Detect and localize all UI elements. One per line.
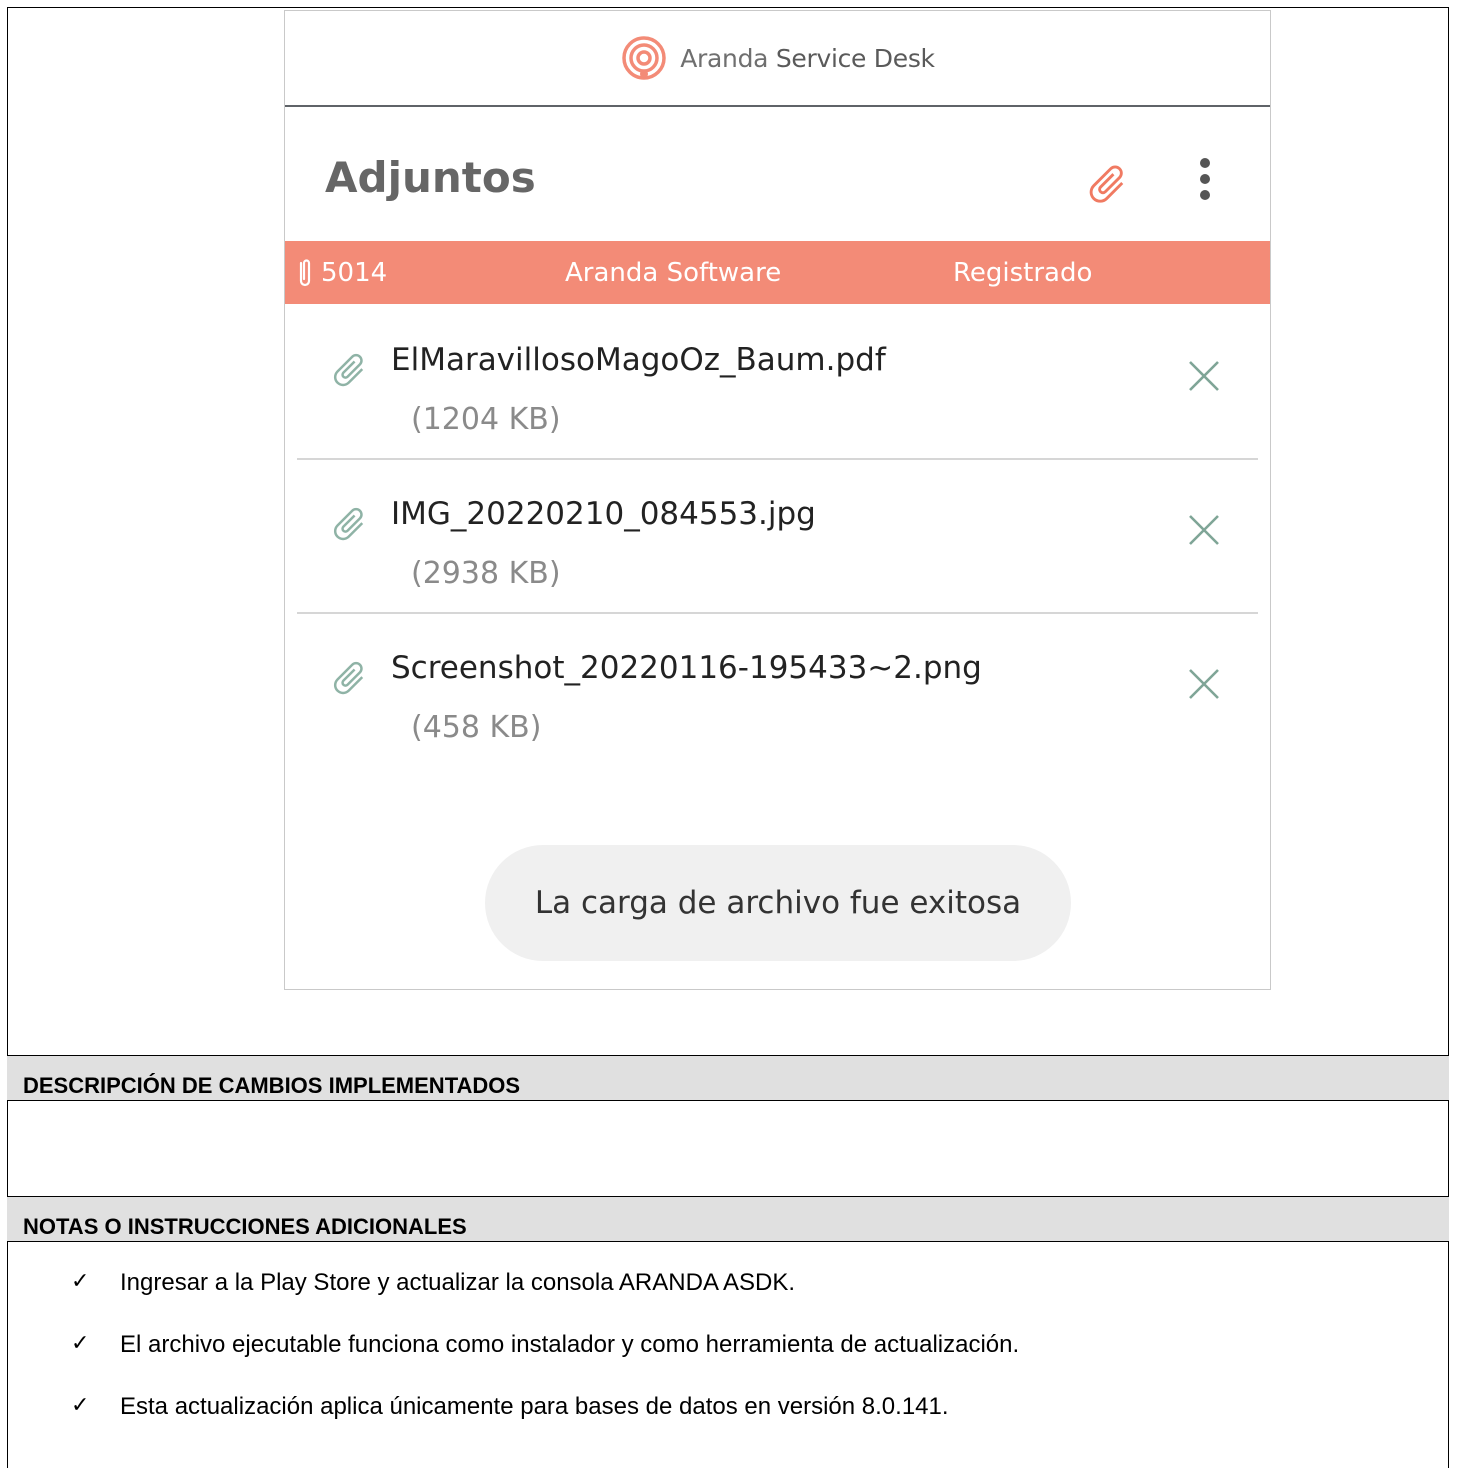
note-text: El archivo ejecutable funciona como inst… [120, 1331, 1020, 1358]
attach-button-paperclip-icon[interactable] [1084, 161, 1130, 207]
paperclip-icon [333, 661, 364, 695]
success-toast: La carga de archivo fue exitosa [485, 845, 1071, 961]
case-info-bar: 5014 Aranda Software Registrado [285, 241, 1270, 304]
attachment-list: ElMaravillosoMagoOz_Baum.pdf (1204 KB) I… [297, 306, 1258, 766]
attachment-item[interactable]: IMG_20220210_084553.jpg (2938 KB) [297, 460, 1258, 614]
close-icon[interactable] [1186, 358, 1222, 394]
check-icon: ✓ [71, 1269, 90, 1294]
case-id: 5014 [321, 258, 388, 288]
attachment-name: IMG_20220210_084553.jpg [391, 496, 816, 532]
attachment-item[interactable]: Screenshot_20220116-195433~2.png (458 KB… [297, 614, 1258, 766]
brand-name: Aranda Service Desk [680, 43, 935, 73]
note-item: ✓ El archivo ejecutable funciona como in… [7, 1305, 1449, 1367]
attachment-size: (1204 KB) [411, 402, 561, 437]
attachment-item[interactable]: ElMaravillosoMagoOz_Baum.pdf (1204 KB) [297, 306, 1258, 460]
attachment-size: (2938 KB) [411, 556, 561, 591]
close-icon[interactable] [1186, 666, 1222, 702]
notes-list: ✓ Ingresar a la Play Store y actualizar … [7, 1243, 1449, 1429]
note-text: Ingresar a la Play Store y actualizar la… [120, 1269, 795, 1296]
note-item: ✓ Ingresar a la Play Store y actualizar … [7, 1243, 1449, 1305]
app-screenshot: Aranda Service Desk Adjuntos 5014 Aranda… [284, 10, 1271, 990]
app-bar: Aranda Service Desk [285, 11, 1270, 107]
paperclip-icon [333, 507, 364, 541]
more-options-icon[interactable] [1190, 155, 1220, 203]
notes-section-title: NOTAS O INSTRUCCIONES ADICIONALES [7, 1196, 1449, 1242]
attachment-name: Screenshot_20220116-195433~2.png [391, 650, 982, 686]
case-status: Registrado [953, 258, 1093, 288]
screen-title: Adjuntos [325, 153, 536, 202]
note-item: ✓ Esta actualización aplica únicamente p… [7, 1367, 1449, 1429]
note-text: Esta actualización aplica únicamente par… [120, 1393, 949, 1420]
paperclip-icon [333, 353, 364, 387]
changes-section-title: DESCRIPCIÓN DE CAMBIOS IMPLEMENTADOS [7, 1055, 1449, 1101]
check-icon: ✓ [71, 1331, 90, 1356]
attachment-size: (458 KB) [411, 710, 542, 745]
close-icon[interactable] [1186, 512, 1222, 548]
aranda-logo-icon [622, 36, 666, 80]
paperclip-icon [299, 259, 311, 287]
case-company: Aranda Software [565, 258, 782, 288]
screen-header: Adjuntos [325, 133, 1230, 233]
check-icon: ✓ [71, 1393, 90, 1418]
attachment-name: ElMaravillosoMagoOz_Baum.pdf [391, 342, 886, 378]
